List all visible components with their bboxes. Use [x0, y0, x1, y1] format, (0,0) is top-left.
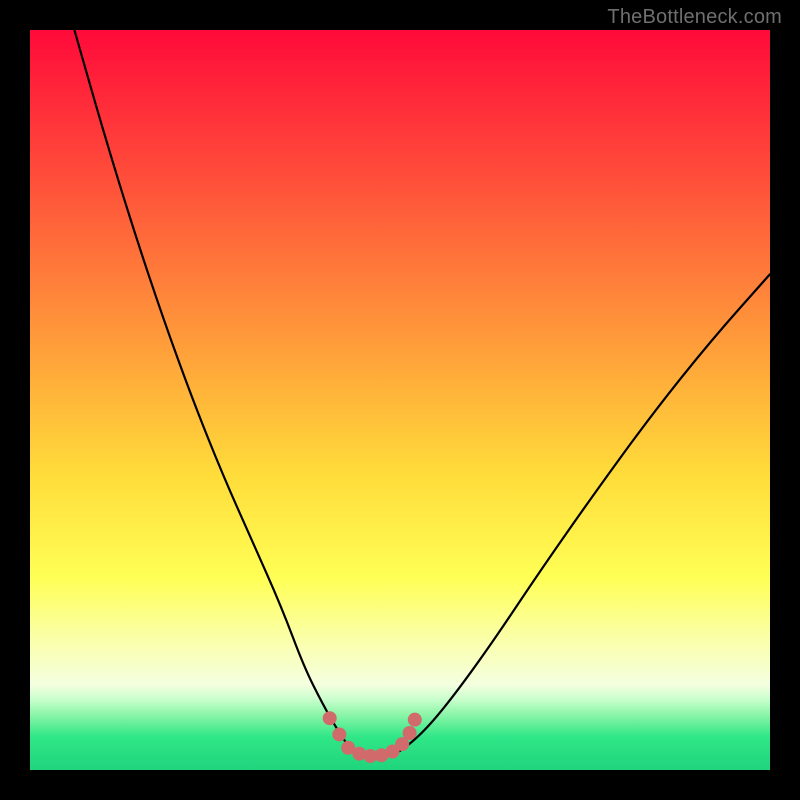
chart-frame: TheBottleneck.com [0, 0, 800, 800]
marker-point [408, 713, 422, 727]
plot-area [30, 30, 770, 770]
marker-point [332, 727, 346, 741]
marker-point [403, 726, 417, 740]
watermark-text: TheBottleneck.com [607, 6, 782, 29]
curve-layer [30, 30, 770, 770]
bottleneck-curve [74, 30, 770, 756]
highlight-markers [323, 711, 422, 763]
marker-point [323, 711, 337, 725]
